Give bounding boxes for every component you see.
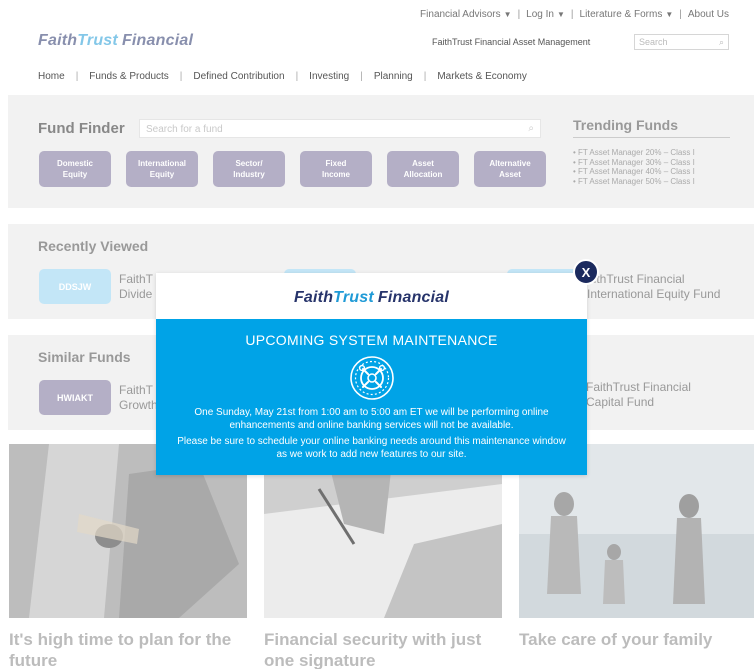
logo-faith: Faith	[293, 289, 334, 306]
nav-funds-products[interactable]: Funds & Products	[89, 71, 168, 82]
similar-funds-title: Similar Funds	[38, 349, 131, 365]
chevron-down-icon: ▼	[665, 10, 674, 19]
logo-trust: Trust	[333, 289, 374, 306]
fund-finder-title: Fund Finder	[38, 120, 125, 137]
gear-wrench-icon	[349, 355, 395, 401]
nav-home[interactable]: Home	[38, 71, 65, 82]
logo-financial: Financial	[377, 289, 450, 306]
literature-forms-link[interactable]: Literature & Forms ▼	[580, 9, 674, 20]
recently-viewed-title: Recently Viewed	[38, 238, 149, 254]
literature-forms-label: Literature & Forms	[579, 9, 663, 20]
fund-ticker-badge: DDSJW	[39, 269, 111, 304]
trending-funds-list: • FT Asset Manager 20% – Class I • FT As…	[573, 148, 730, 186]
log-in-label: Log In	[526, 9, 554, 20]
modal-heading: UPCOMING SYSTEM MAINTENANCE	[245, 332, 498, 348]
maintenance-message: One Sunday, May 21st from 1:00 am to 5:0…	[194, 407, 549, 431]
trending-fund-item[interactable]: • FT Asset Manager 50% – Class I	[573, 177, 730, 187]
divider: |	[179, 71, 183, 82]
chevron-down-icon: ▼	[503, 10, 512, 19]
top-search-input[interactable]: Search ⌕	[634, 34, 729, 50]
trending-fund-item[interactable]: • FT Asset Manager 20% – Class I	[573, 148, 730, 158]
fund-name: FaithT Growth	[119, 382, 158, 412]
category-asset-allocation-button[interactable]: Asset Allocation	[387, 151, 459, 187]
site-logo[interactable]: FaithTrust Financial	[38, 32, 193, 50]
modal-logo: FaithTrust Financial	[294, 289, 449, 307]
modal-body: UPCOMING SYSTEM MAINTENANCE One Sunday, …	[156, 319, 587, 475]
fund-ticker-badge: HWIAKT	[39, 380, 111, 415]
category-buttons: Domestic Equity International Equity Secto…	[39, 151, 546, 187]
fund-finder-section: Fund Finder Search for a fund ⌕ Domestic…	[8, 95, 754, 208]
trending-fund-item[interactable]: • FT Asset Manager 30% – Class I	[573, 158, 730, 168]
logo-financial: Financial	[121, 32, 194, 49]
promo-caption-family[interactable]: Take care of your family	[519, 629, 754, 650]
divider: |	[423, 71, 427, 82]
modal-header: FaithTrust Financial	[156, 273, 587, 319]
nav-investing[interactable]: Investing	[309, 71, 349, 82]
nav-planning[interactable]: Planning	[374, 71, 413, 82]
search-icon[interactable]: ⌕	[719, 37, 724, 48]
financial-advisors-link[interactable]: Financial Advisors ▼	[420, 9, 512, 20]
category-international-equity-button[interactable]: International Equity	[126, 151, 198, 187]
category-domestic-equity-button[interactable]: Domestic Equity	[39, 151, 111, 187]
utility-nav: Financial Advisors ▼ | Log In ▼ | Literatu…	[420, 9, 729, 20]
asset-management-link[interactable]: FaithTrust Financial Asset Management	[432, 37, 590, 47]
top-search-placeholder: Search	[639, 37, 668, 47]
maintenance-modal: FaithTrust Financial UPCOMING SYSTEM MAIN…	[156, 273, 587, 475]
search-icon[interactable]: ⌕	[528, 123, 534, 134]
category-sector-industry-button[interactable]: Sector/Industry	[213, 151, 285, 187]
logo-faith: Faith	[38, 32, 78, 49]
recent-fund-card[interactable]: DDSJW FaithT Divide	[39, 269, 153, 304]
financial-advisors-label: Financial Advisors	[420, 9, 501, 20]
divider: |	[679, 9, 682, 20]
similar-fund-card[interactable]: FaithTrust Financial Capital Fund	[586, 380, 691, 410]
fund-search-placeholder: Search for a fund	[146, 124, 223, 135]
promo-caption-plan[interactable]: It's high time to plan for the future	[9, 629, 249, 669]
divider: |	[75, 71, 79, 82]
fund-name: FaithT Divide	[119, 271, 154, 301]
fund-name: FaithTrust Financial Capital Fund	[586, 380, 691, 409]
divider: |	[570, 9, 574, 20]
fund-search-input[interactable]: Search for a fund ⌕	[139, 119, 541, 138]
nav-defined-contribution[interactable]: Defined Contribution	[193, 71, 284, 82]
divider: |	[295, 71, 299, 82]
promo-caption-signature[interactable]: Financial security with just one signatur…	[264, 629, 504, 669]
category-alternative-asset-button[interactable]: Alternative Asset	[474, 151, 546, 187]
logo-trust: Trust	[77, 32, 118, 49]
trending-fund-item[interactable]: • FT Asset Manager 40% – Class I	[573, 167, 730, 177]
nav-markets-economy[interactable]: Markets & Economy	[437, 71, 526, 82]
main-nav: Home | Funds & Products | Defined Contri…	[38, 71, 527, 82]
trending-funds-title: Trending Funds	[573, 117, 730, 138]
chevron-down-icon: ▼	[556, 10, 565, 19]
similar-fund-card[interactable]: HWIAKT FaithT Growth	[39, 380, 158, 415]
divider: |	[360, 71, 363, 82]
log-in-link[interactable]: Log In ▼	[526, 9, 565, 20]
fund-name: aithTrust Financial International Equity …	[587, 271, 721, 301]
modal-close-button[interactable]: X	[573, 259, 599, 285]
divider: |	[517, 9, 521, 20]
about-us-link[interactable]: About Us	[688, 9, 729, 20]
category-fixed-income-button[interactable]: Fixed Income	[300, 151, 372, 187]
schedule-message: Please be sure to schedule your online b…	[177, 436, 566, 460]
